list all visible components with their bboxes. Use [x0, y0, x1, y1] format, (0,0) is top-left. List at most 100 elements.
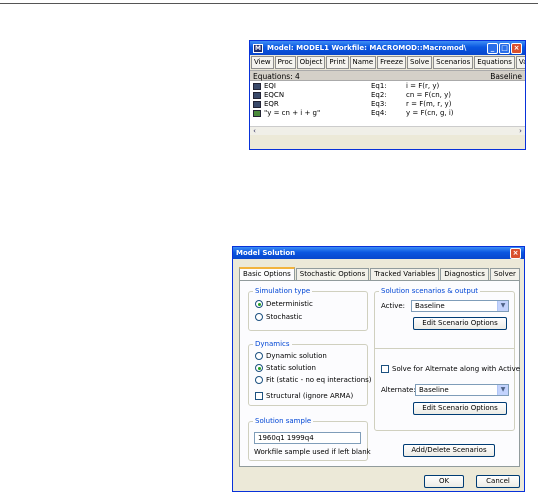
equation-id: Eq4:: [371, 109, 387, 117]
active-scenario-select[interactable]: Baseline ▼: [411, 300, 509, 312]
tab-stochastic-options[interactable]: Stochastic Options: [295, 268, 370, 280]
toolbar-view-button[interactable]: View: [251, 56, 274, 69]
toolbar-variables-button[interactable]: Variables: [515, 56, 525, 69]
chevron-down-icon[interactable]: ▼: [497, 385, 508, 395]
equation-row[interactable]: EQI Eq1: i = F(r, y): [250, 82, 525, 91]
edit-scenario-options-button[interactable]: Edit Scenario Options: [413, 317, 507, 330]
dialog-title: Model Solution: [236, 249, 296, 257]
toolbar-freeze-button[interactable]: Freeze: [377, 56, 407, 69]
scroll-left-icon[interactable]: ‹: [250, 127, 259, 135]
equation-object-icon: [253, 83, 261, 90]
simulation-type-group: Simulation type Deterministic Stochastic: [248, 287, 368, 331]
checkbox-icon: [381, 365, 389, 373]
static-solution-label: Static solution: [266, 364, 316, 372]
radio-icon: [255, 313, 263, 321]
equations-header: Equations: 4 Baseline: [250, 70, 525, 81]
tab-diagnostics[interactable]: Diagnostics: [440, 268, 489, 280]
dynamics-legend: Dynamics: [253, 340, 292, 349]
equation-id: Eq1:: [371, 82, 387, 90]
equation-row[interactable]: EQCN Eq2: cn = F(cn, y): [250, 91, 525, 100]
model-window-title: Model: MODEL1 Workfile: MACROMOD::Macrom…: [267, 44, 467, 52]
equation-spec: r = F(m, r, y): [406, 100, 452, 108]
equation-name: EQCN: [264, 91, 285, 99]
dynamic-solution-radio[interactable]: Dynamic solution: [255, 352, 327, 360]
equation-spec: y = F(cn, g, i): [406, 109, 454, 117]
close-icon[interactable]: ×: [511, 42, 522, 54]
minimize-icon[interactable]: _: [487, 42, 498, 54]
stochastic-label: Stochastic: [266, 313, 303, 321]
toolbar-solve-button[interactable]: Solve: [407, 56, 433, 69]
dynamics-group: Dynamics Dynamic solution Static solutio…: [248, 340, 372, 406]
dynamic-solution-label: Dynamic solution: [266, 352, 327, 360]
toolbar-proc-button[interactable]: Proc: [274, 56, 296, 69]
solve-alternate-label: Solve for Alternate along with Active: [392, 365, 521, 373]
solution-sample-legend: Solution sample: [253, 417, 314, 426]
equation-spec: cn = F(cn, y): [406, 91, 451, 99]
equation-row[interactable]: "y = cn + i + g" Eq4: y = F(cn, g, i): [250, 109, 525, 118]
equation-name: EQR: [264, 100, 279, 108]
alternate-scenario-value: Baseline: [419, 386, 449, 394]
active-label: Active:: [381, 302, 406, 310]
fit-label: Fit (static - no eq interactions): [266, 376, 372, 384]
dialog-titlebar[interactable]: Model Solution ×: [233, 247, 524, 259]
equations-count: Equations: 4: [253, 72, 300, 81]
alternate-label: Alternate:: [381, 386, 416, 394]
text-equation-icon: [253, 110, 261, 117]
maximize-icon[interactable]: □: [499, 42, 510, 54]
scroll-right-icon[interactable]: ›: [516, 127, 525, 135]
toolbar-object-button[interactable]: Object: [296, 56, 326, 69]
deterministic-radio[interactable]: Deterministic: [255, 300, 313, 308]
equation-object-icon: [253, 92, 261, 99]
checkbox-icon: [255, 392, 263, 400]
active-scenario-value: Baseline: [415, 302, 445, 310]
alternate-scenario-select[interactable]: Baseline ▼: [415, 384, 509, 396]
solution-sample-group: Solution sample 1960q1 1999q4 Workfile s…: [248, 417, 371, 461]
model-toolbar: View Proc Object Print Name Freeze Solve…: [250, 55, 525, 70]
scenarios-divider: [375, 348, 514, 349]
equation-id: Eq3:: [371, 100, 387, 108]
radio-selected-icon: [255, 364, 263, 372]
horizontal-scrollbar[interactable]: ‹ ›: [250, 126, 525, 135]
model-solution-dialog: Model Solution × Basic Options Stochasti…: [232, 246, 525, 492]
deterministic-label: Deterministic: [266, 300, 313, 308]
tab-basic-options[interactable]: Basic Options: [239, 267, 295, 280]
fit-radio[interactable]: Fit (static - no eq interactions): [255, 376, 372, 384]
toolbar-print-button[interactable]: Print: [326, 56, 349, 69]
basic-options-panel: Simulation type Deterministic Stochastic…: [239, 280, 520, 467]
model-window-titlebar[interactable]: M Model: MODEL1 Workfile: MACROMOD::Macr…: [250, 41, 525, 55]
equation-name: EQI: [264, 82, 276, 90]
radio-selected-icon: [255, 300, 263, 308]
solution-sample-input[interactable]: 1960q1 1999q4: [254, 432, 361, 444]
tab-tracked-variables[interactable]: Tracked Variables: [370, 268, 440, 280]
stochastic-radio[interactable]: Stochastic: [255, 313, 302, 321]
structural-label: Structural (ignore ARMA): [266, 392, 354, 400]
tab-solver[interactable]: Solver: [489, 268, 520, 280]
solution-sample-note: Workfile sample used if left blank: [254, 448, 371, 456]
top-divider: [0, 3, 538, 4]
ok-button[interactable]: OK: [424, 475, 464, 488]
eviews-app-icon: M: [253, 43, 263, 53]
model-window: M Model: MODEL1 Workfile: MACROMOD::Macr…: [249, 40, 526, 150]
cancel-button[interactable]: Cancel: [476, 475, 520, 488]
equation-object-icon: [253, 101, 261, 108]
toolbar-name-button[interactable]: Name: [349, 56, 377, 69]
toolbar-equations-button[interactable]: Equations: [474, 56, 515, 69]
dialog-close-icon[interactable]: ×: [510, 247, 521, 259]
structural-checkbox[interactable]: Structural (ignore ARMA): [255, 392, 353, 400]
chevron-down-icon[interactable]: ▼: [497, 301, 508, 311]
toolbar-scenarios-button[interactable]: Scenarios: [433, 56, 474, 69]
equation-list: EQI Eq1: i = F(r, y) EQCN Eq2: cn = F(cn…: [250, 81, 525, 135]
equation-row[interactable]: EQR Eq3: r = F(m, r, y): [250, 100, 525, 109]
simulation-type-legend: Simulation type: [253, 287, 313, 296]
scenarios-group: Solution scenarios & output Active: Base…: [374, 287, 520, 431]
equation-name: "y = cn + i + g": [264, 109, 321, 117]
equation-id: Eq2:: [371, 91, 387, 99]
add-delete-scenarios-button[interactable]: Add/Delete Scenarios: [403, 444, 495, 457]
edit-scenario-options-button-2[interactable]: Edit Scenario Options: [413, 402, 507, 415]
equation-spec: i = F(r, y): [406, 82, 440, 90]
solve-alternate-checkbox[interactable]: Solve for Alternate along with Active: [381, 365, 520, 373]
static-solution-radio[interactable]: Static solution: [255, 364, 316, 372]
radio-icon: [255, 352, 263, 360]
scenarios-legend: Solution scenarios & output: [379, 287, 481, 296]
radio-icon: [255, 376, 263, 384]
